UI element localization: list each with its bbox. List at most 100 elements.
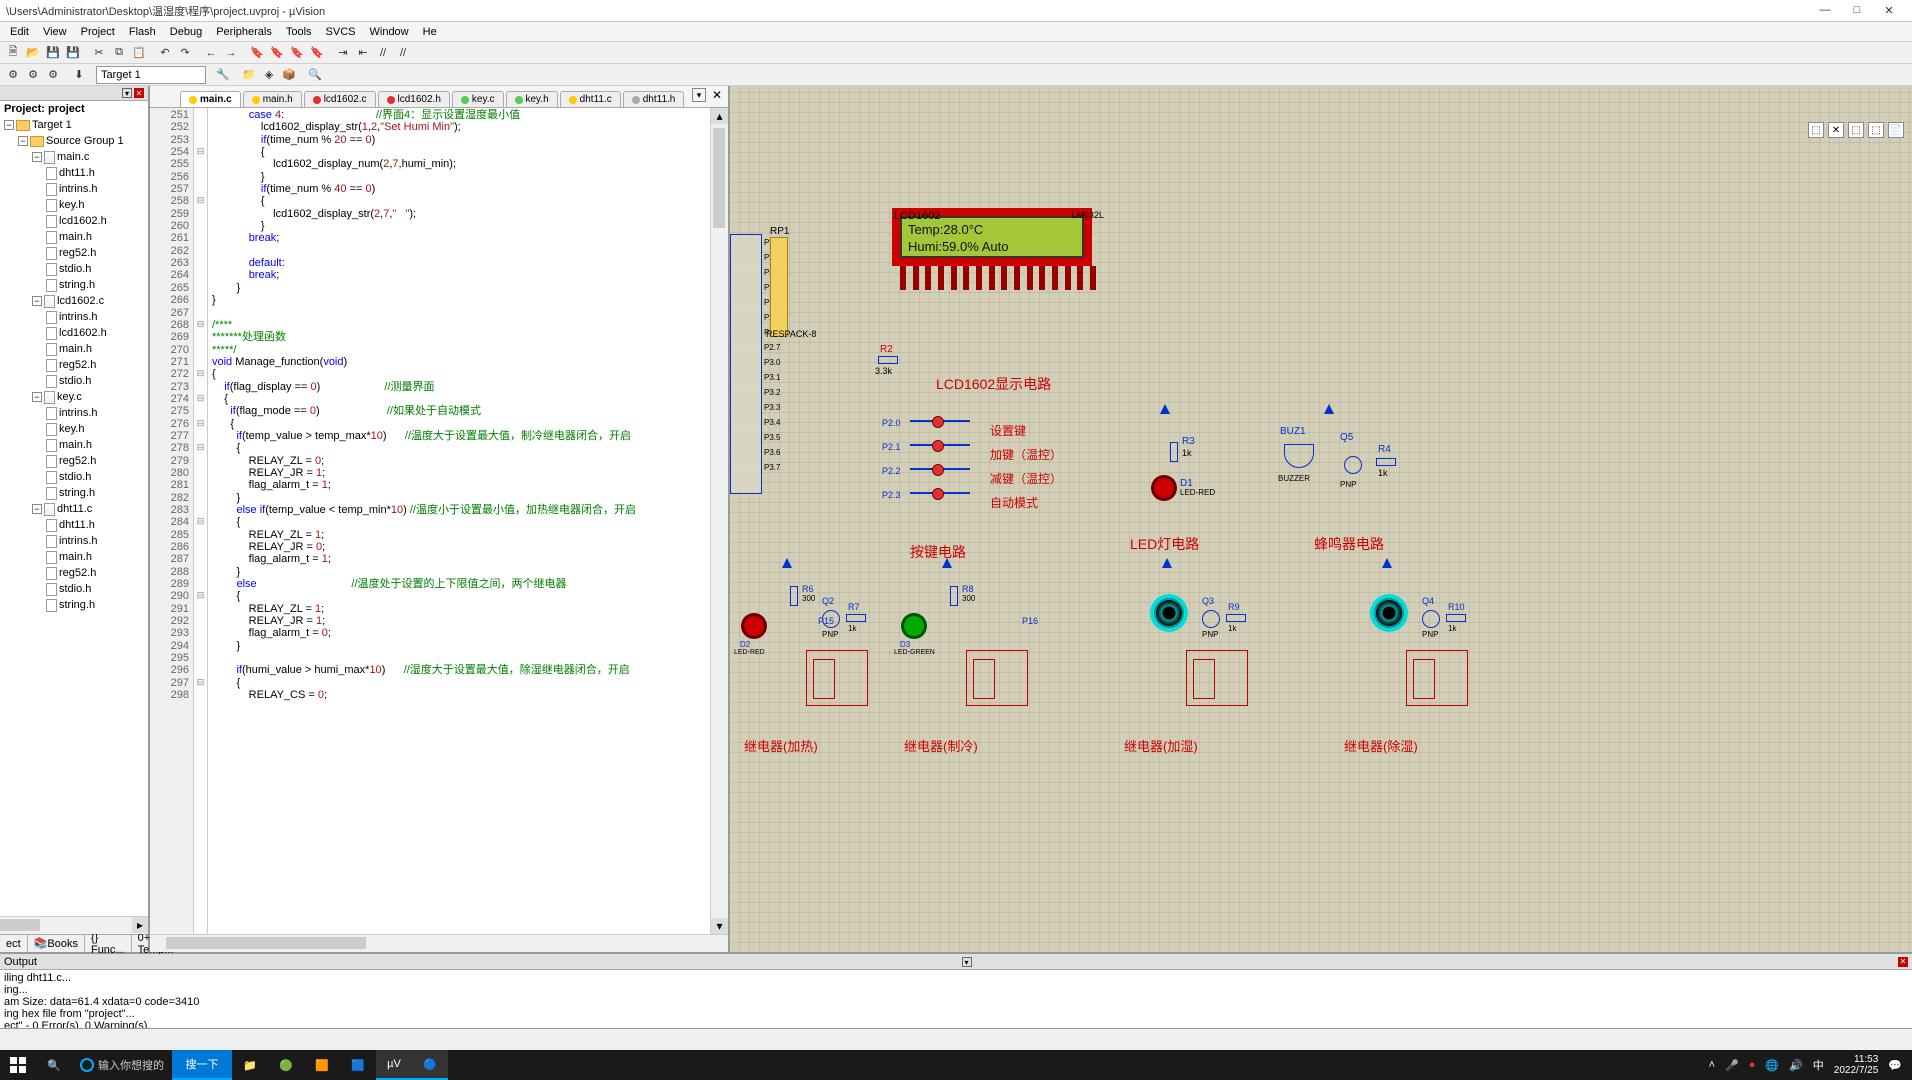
output-text[interactable]: iling dht11.c...ing...am Size: data=61.4… [0, 970, 1912, 1028]
file-tab[interactable]: key.c [452, 91, 504, 107]
taskbar-app-icon[interactable]: 🟢 [268, 1050, 304, 1080]
file-tab[interactable]: lcd1602.h [378, 91, 450, 107]
tray-ime-icon[interactable]: 中 [1813, 1057, 1824, 1073]
editor-hscroll[interactable] [150, 934, 728, 952]
sch-tool-icon[interactable]: ✕ [1828, 122, 1844, 138]
debug-start-icon[interactable]: 🔍 [306, 66, 324, 84]
tree-file[interactable]: −main.c [0, 149, 148, 165]
bookmark-clear-icon[interactable]: 🔖 [308, 44, 326, 62]
sch-tool-icon[interactable]: ⬚ [1808, 122, 1824, 138]
tree-header[interactable]: dht11.h [0, 165, 148, 181]
minimize-button[interactable]: — [1818, 4, 1832, 17]
manage-project-icon[interactable]: 📁 [240, 66, 258, 84]
tab-close-icon[interactable]: ✕ [710, 88, 724, 102]
file-tab[interactable]: main.h [243, 91, 302, 107]
file-tab[interactable]: main.c [180, 91, 241, 107]
taskbar-proteus-icon[interactable]: 🔵 [412, 1050, 448, 1080]
indent-icon[interactable]: ⇥ [334, 44, 352, 62]
download-icon[interactable]: ⬇ [70, 66, 88, 84]
new-file-icon[interactable]: 🗎 [4, 44, 22, 62]
tree-header[interactable]: main.h [0, 549, 148, 565]
tab-dropdown-icon[interactable]: ▾ [692, 88, 706, 102]
sch-tool-icon[interactable]: ⬚ [1868, 122, 1884, 138]
tree-header[interactable]: intrins.h [0, 181, 148, 197]
menu-project[interactable]: Project [75, 26, 121, 38]
tree-header[interactable]: string.h [0, 277, 148, 293]
menu-window[interactable]: Window [364, 26, 415, 38]
tray-clock[interactable]: 11:53 2022/7/25 [1834, 1054, 1879, 1076]
tray-volume-icon[interactable]: 🔊 [1789, 1059, 1803, 1072]
tree-header[interactable]: reg52.h [0, 565, 148, 581]
tray-record-icon[interactable]: ● [1749, 1059, 1756, 1071]
tree-file[interactable]: −key.c [0, 389, 148, 405]
manage-components-icon[interactable]: ◈ [260, 66, 278, 84]
fold-column[interactable]: ⊟⊟⊟⊟⊟⊟⊟⊟⊟⊟ [194, 108, 208, 934]
tree-header[interactable]: key.h [0, 421, 148, 437]
menu-edit[interactable]: Edit [4, 26, 35, 38]
taskbar-app-icon[interactable]: 🟧 [304, 1050, 340, 1080]
build-icon[interactable]: ⚙ [4, 66, 22, 84]
panel-close-icon[interactable]: ✕ [134, 88, 144, 98]
save-icon[interactable]: 💾 [44, 44, 62, 62]
tree-header[interactable]: reg52.h [0, 357, 148, 373]
undo-icon[interactable]: ↶ [156, 44, 174, 62]
taskbar-explorer-icon[interactable]: 📁 [232, 1050, 268, 1080]
editor-vscroll[interactable]: ▴ ▾ [710, 108, 728, 934]
tray-mic-icon[interactable]: 🎤 [1725, 1059, 1739, 1072]
maximize-button[interactable]: □ [1850, 4, 1864, 17]
tree-header[interactable]: lcd1602.h [0, 213, 148, 229]
cortana-search[interactable]: 输入你想搜的 [72, 1057, 172, 1073]
project-hscroll[interactable]: ▸ [0, 916, 148, 934]
taskbar-keil-icon[interactable]: µV [376, 1050, 412, 1080]
sch-tool-icon[interactable]: ⬚ [1848, 122, 1864, 138]
scroll-down-icon[interactable]: ▾ [711, 918, 728, 934]
menu-peripherals[interactable]: Peripherals [210, 26, 278, 38]
taskbar-search-button[interactable]: 搜一下 [172, 1050, 232, 1080]
tree-header[interactable]: string.h [0, 597, 148, 613]
tree-header[interactable]: dht11.h [0, 517, 148, 533]
search-icon[interactable]: 🔍 [36, 1059, 72, 1072]
comment-icon[interactable]: // [374, 44, 392, 62]
copy-icon[interactable]: ⧉ [110, 44, 128, 62]
file-tab[interactable]: dht11.c [560, 91, 621, 107]
tree-header[interactable]: stdio.h [0, 373, 148, 389]
close-button[interactable]: ✕ [1882, 4, 1896, 17]
panel-pin-icon[interactable]: ▾ [122, 88, 132, 98]
code-editor[interactable]: case 4: //界面4：显示设置湿度最小值 lcd1602_display_… [208, 108, 710, 934]
panel-close-icon[interactable]: ✕ [1898, 957, 1908, 967]
target-selector[interactable]: Target 1 [96, 66, 206, 84]
menu-help[interactable]: He [417, 26, 443, 38]
tree-header[interactable]: key.h [0, 197, 148, 213]
cut-icon[interactable]: ✂ [90, 44, 108, 62]
redo-icon[interactable]: ↷ [176, 44, 194, 62]
open-file-icon[interactable]: 📂 [24, 44, 42, 62]
options-icon[interactable]: 🔧 [214, 66, 232, 84]
tab-project[interactable]: ect [0, 935, 28, 952]
scroll-up-icon[interactable]: ▴ [711, 108, 728, 124]
project-tree[interactable]: −Target 1−Source Group 1−main.cdht11.hin… [0, 117, 148, 916]
tree-header[interactable]: stdio.h [0, 261, 148, 277]
uncomment-icon[interactable]: // [394, 44, 412, 62]
start-button[interactable] [0, 1050, 36, 1080]
pack-installer-icon[interactable]: 📦 [280, 66, 298, 84]
tab-books[interactable]: 📚Books [28, 935, 85, 952]
save-all-icon[interactable]: 💾 [64, 44, 82, 62]
bookmark-prev-icon[interactable]: 🔖 [268, 44, 286, 62]
tree-header[interactable]: main.h [0, 341, 148, 357]
outdent-icon[interactable]: ⇤ [354, 44, 372, 62]
build-all-icon[interactable]: ⚙ [44, 66, 62, 84]
scroll-right-icon[interactable]: ▸ [132, 917, 148, 933]
rebuild-icon[interactable]: ⚙ [24, 66, 42, 84]
tree-header[interactable]: intrins.h [0, 405, 148, 421]
tree-header[interactable]: reg52.h [0, 245, 148, 261]
tree-header[interactable]: stdio.h [0, 581, 148, 597]
file-tab[interactable]: dht11.h [623, 91, 685, 107]
taskbar-app-icon[interactable]: 🟦 [340, 1050, 376, 1080]
tree-header[interactable]: lcd1602.h [0, 325, 148, 341]
menu-svcs[interactable]: SVCS [320, 26, 362, 38]
sch-tool-icon[interactable]: 📄 [1888, 122, 1904, 138]
menu-debug[interactable]: Debug [164, 26, 208, 38]
paste-icon[interactable]: 📋 [130, 44, 148, 62]
file-tab[interactable]: lcd1602.c [304, 91, 376, 107]
tree-header[interactable]: reg52.h [0, 453, 148, 469]
